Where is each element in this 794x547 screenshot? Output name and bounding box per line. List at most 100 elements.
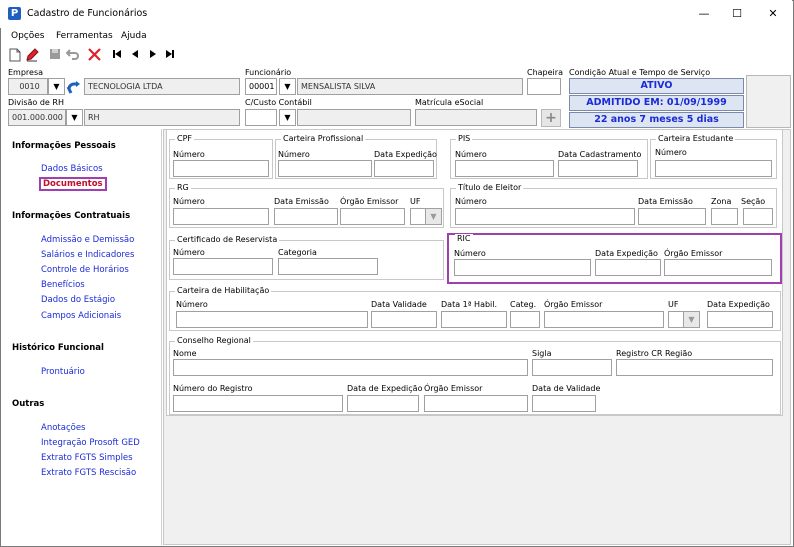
add-button[interactable]: + <box>541 109 561 127</box>
conselho-orgao-field[interactable] <box>424 395 528 412</box>
empresa-label: Empresa <box>8 68 44 77</box>
undo-icon[interactable] <box>65 48 81 64</box>
menu-ferramentas[interactable]: Ferramentas <box>56 31 113 41</box>
habilitacao-numero-field[interactable] <box>176 311 368 328</box>
first-icon[interactable] <box>109 48 125 64</box>
edit-icon[interactable] <box>24 48 40 64</box>
conselho-registro-field[interactable] <box>616 359 773 376</box>
rg-uf-label: UF <box>410 197 421 206</box>
eleitor-secao-field[interactable] <box>743 208 773 225</box>
sidebar-item-dados-basicos[interactable]: Dados Básicos <box>41 164 103 174</box>
cpf-numero-field[interactable] <box>173 160 269 177</box>
sidebar-item-estagio[interactable]: Dados do Estágio <box>41 295 115 305</box>
habilitacao-expedicao-field[interactable] <box>707 311 773 328</box>
pis-data-field[interactable] <box>558 160 638 177</box>
divisao-code-field[interactable]: 001.000.000 <box>8 109 66 126</box>
reservista-categoria-field[interactable] <box>278 258 378 275</box>
rg-uf-field[interactable] <box>410 208 426 225</box>
empresa-dropdown[interactable]: ▼ <box>48 78 65 95</box>
funcionario-dropdown[interactable]: ▼ <box>279 78 296 95</box>
pis-data-label: Data Cadastramento <box>558 150 642 159</box>
sidebar-item-prontuario[interactable]: Prontuário <box>41 367 85 377</box>
conselho-nome-field[interactable] <box>173 359 528 376</box>
empresa-code-field[interactable]: 0010 <box>8 78 48 95</box>
reservista-numero-field[interactable] <box>173 258 273 275</box>
divisao-dropdown[interactable]: ▼ <box>66 109 83 126</box>
sidebar-item-admissao[interactable]: Admissão e Demissão <box>41 235 134 245</box>
ric-orgao-field[interactable] <box>664 259 772 276</box>
sidebar-item-anotacoes[interactable]: Anotações <box>41 423 85 433</box>
ccusto-dropdown[interactable]: ▼ <box>279 109 296 126</box>
save-icon[interactable] <box>47 48 63 64</box>
prev-icon[interactable] <box>127 48 143 64</box>
new-icon[interactable] <box>7 48 23 64</box>
eleitor-numero-field[interactable] <box>455 208 635 225</box>
sidebar-item-fgts-simples[interactable]: Extrato FGTS Simples <box>41 453 133 463</box>
sidebar-item-documentos[interactable]: Documentos <box>39 177 107 191</box>
conselho-validade-field[interactable] <box>532 395 596 412</box>
conselho-validade-label: Data de Validade <box>532 384 601 393</box>
habilitacao-categ-field[interactable] <box>510 311 540 328</box>
rg-data-field[interactable] <box>274 208 338 225</box>
habilitacao-uf-label: UF <box>668 300 679 309</box>
rg-orgao-field[interactable] <box>340 208 405 225</box>
estudante-title: Carteira Estudante <box>656 134 736 143</box>
reservista-categoria-label: Categoria <box>278 248 317 257</box>
sidebar-item-campos-adicionais[interactable]: Campos Adicionais <box>41 311 121 321</box>
habilitacao-expedicao-label: Data Expedição <box>707 300 770 309</box>
toolbar <box>0 46 792 66</box>
eleitor-data-field[interactable] <box>638 208 706 225</box>
ric-data-field[interactable] <box>595 259 661 276</box>
sidebar-item-beneficios[interactable]: Benefícios <box>41 280 85 290</box>
habilitacao-validade-label: Data Validade <box>371 300 427 309</box>
minimize-button[interactable]: — <box>689 4 719 24</box>
conselho-numero-field[interactable] <box>173 395 343 412</box>
rg-numero-field[interactable] <box>173 208 269 225</box>
habilitacao-orgao-field[interactable] <box>544 311 664 328</box>
menu-ajuda[interactable]: Ajuda <box>121 31 147 41</box>
ric-numero-label: Número <box>454 249 486 258</box>
ric-numero-field[interactable] <box>454 259 591 276</box>
funcionario-code-field[interactable]: 00001 <box>245 78 277 95</box>
sidebar-item-ged[interactable]: Integração Prosoft GED <box>41 438 140 448</box>
next-icon[interactable] <box>145 48 161 64</box>
condicao-label: Condição Atual e Tempo de Serviço <box>569 68 711 77</box>
rg-uf-dropdown[interactable]: ▼ <box>425 208 442 225</box>
empresa-name-field: TECNOLOGIA LTDA <box>84 78 240 95</box>
ccusto-code-field[interactable] <box>245 109 277 126</box>
ctps-numero-label: Número <box>278 150 310 159</box>
maximize-button[interactable]: ☐ <box>722 4 752 24</box>
conselho-nome-label: Nome <box>173 349 197 358</box>
pis-numero-label: Número <box>455 150 487 159</box>
ctps-title: Carteira Profissional <box>281 134 366 143</box>
conselho-expedicao-field[interactable] <box>347 395 419 412</box>
habilitacao-uf-field[interactable] <box>668 311 684 328</box>
estudante-numero-field[interactable] <box>655 160 772 177</box>
photo-panel <box>746 75 791 128</box>
matricula-field[interactable] <box>415 109 537 126</box>
pis-numero-field[interactable] <box>455 160 554 177</box>
conselho-sigla-field[interactable] <box>532 359 612 376</box>
status-badge: ATIVO <box>569 78 744 94</box>
habilitacao-uf-dropdown[interactable]: ▼ <box>683 311 700 328</box>
close-button[interactable]: ✕ <box>758 4 788 24</box>
app-icon: P <box>8 7 21 20</box>
last-icon[interactable] <box>162 48 178 64</box>
divisao-name-field: RH <box>84 109 240 126</box>
sidebar-item-salarios[interactable]: Salários e Indicadores <box>41 250 134 260</box>
eleitor-secao-label: Seção <box>741 197 766 206</box>
delete-icon[interactable] <box>86 48 102 64</box>
menu-opcoes[interactable]: Opções <box>11 31 44 41</box>
empresa-lookup-icon[interactable] <box>66 79 82 95</box>
habilitacao-1a-field[interactable] <box>441 311 507 328</box>
chapeira-field[interactable] <box>527 78 561 95</box>
window-title: Cadastro de Funcionários <box>27 8 148 19</box>
ctps-numero-field[interactable] <box>278 160 372 177</box>
sidebar-item-fgts-rescisao[interactable]: Extrato FGTS Rescisão <box>41 468 136 478</box>
ctps-data-field[interactable] <box>374 160 434 177</box>
eleitor-zona-field[interactable] <box>711 208 738 225</box>
habilitacao-validade-field[interactable] <box>371 311 437 328</box>
sidebar-item-horarios[interactable]: Controle de Horários <box>41 265 129 275</box>
eleitor-zona-label: Zona <box>711 197 732 206</box>
eleitor-numero-label: Número <box>455 197 487 206</box>
